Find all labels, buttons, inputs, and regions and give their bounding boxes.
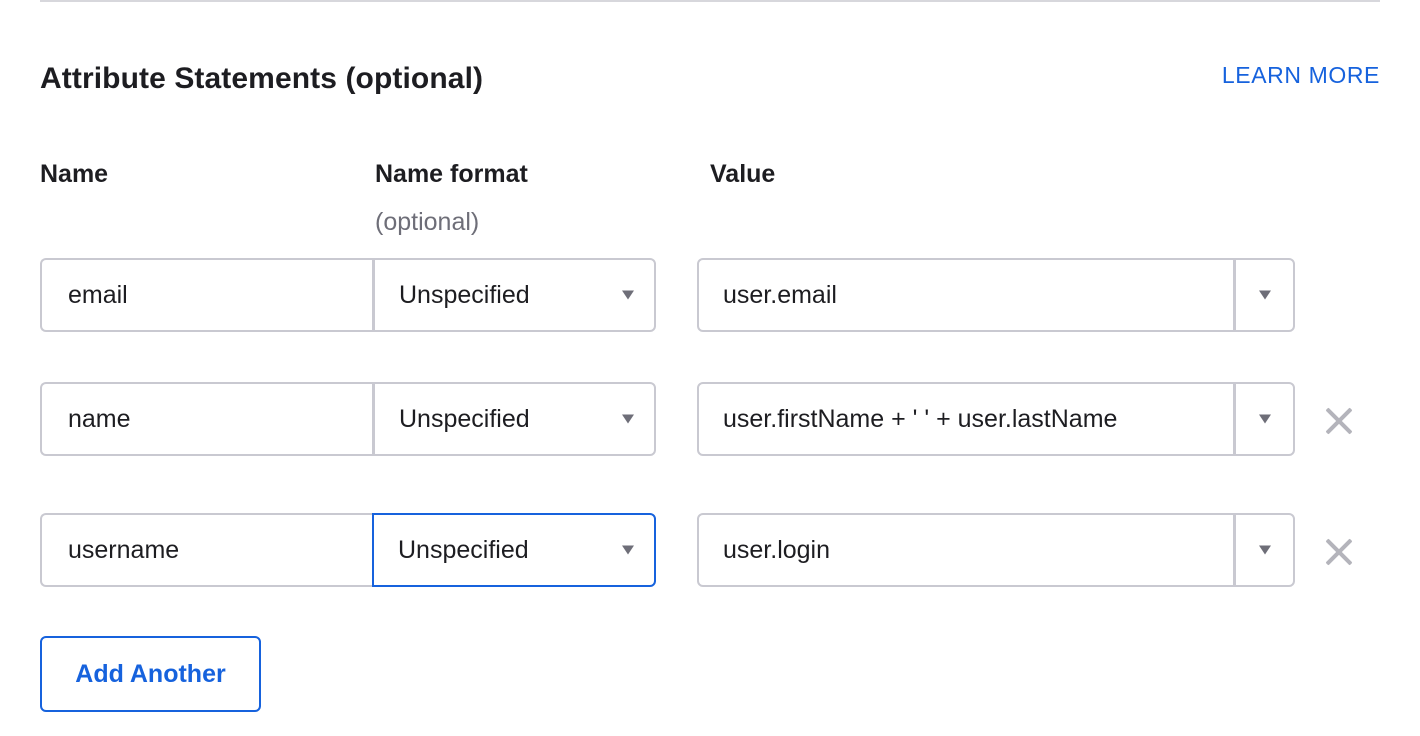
value-dropdown-toggle[interactable]: [1233, 260, 1293, 330]
column-header-name-format-optional: (optional): [375, 208, 480, 236]
attribute-name-value: username: [68, 535, 180, 564]
name-format-value: Unspecified: [399, 404, 530, 433]
attribute-row: username Unspecified user.login: [40, 513, 1380, 589]
caret-down-icon: [622, 290, 634, 300]
name-format-value: Unspecified: [398, 535, 529, 564]
attribute-value-text: user.login: [723, 535, 831, 564]
caret-down-icon: [622, 414, 634, 424]
caret-down-icon: [622, 545, 634, 555]
caret-down-icon: [1259, 290, 1271, 300]
attribute-value-combobox[interactable]: user.firstName + ' ' + user.lastName: [697, 382, 1295, 456]
attribute-value-combobox[interactable]: user.login: [697, 513, 1295, 587]
learn-more-link[interactable]: LEARN MORE: [1222, 62, 1380, 89]
attribute-name-value: name: [68, 404, 131, 433]
attribute-name-value: email: [68, 280, 128, 309]
column-header-name-format: Name format: [375, 160, 528, 188]
attribute-value-text: user.firstName + ' ' + user.lastName: [723, 404, 1118, 433]
caret-down-icon: [1259, 545, 1271, 555]
close-icon[interactable]: [1324, 537, 1354, 567]
close-icon[interactable]: [1324, 406, 1354, 436]
name-format-select[interactable]: Unspecified: [372, 513, 656, 587]
caret-down-icon: [1259, 414, 1271, 424]
value-dropdown-toggle[interactable]: [1233, 515, 1293, 585]
column-header-value: Value: [710, 160, 776, 188]
attribute-row: name Unspecified user.firstName + ' ' + …: [40, 382, 1380, 458]
name-format-select[interactable]: Unspecified: [372, 382, 656, 456]
attribute-name-input[interactable]: name: [40, 382, 372, 456]
name-format-value: Unspecified: [399, 280, 530, 309]
add-another-button[interactable]: Add Another: [40, 636, 261, 712]
attribute-statements-page: Attribute Statements (optional) LEARN MO…: [0, 0, 1420, 736]
attribute-name-input[interactable]: email: [40, 258, 372, 332]
attribute-row: email Unspecified user.email: [40, 258, 1380, 334]
section-title: Attribute Statements (optional): [40, 62, 484, 95]
column-header-name: Name: [40, 160, 109, 188]
section-divider: [40, 0, 1380, 2]
value-dropdown-toggle[interactable]: [1233, 384, 1293, 454]
attribute-value-text: user.email: [723, 280, 837, 309]
attribute-value-combobox[interactable]: user.email: [697, 258, 1295, 332]
attribute-name-input[interactable]: username: [40, 513, 372, 587]
name-format-select[interactable]: Unspecified: [372, 258, 656, 332]
